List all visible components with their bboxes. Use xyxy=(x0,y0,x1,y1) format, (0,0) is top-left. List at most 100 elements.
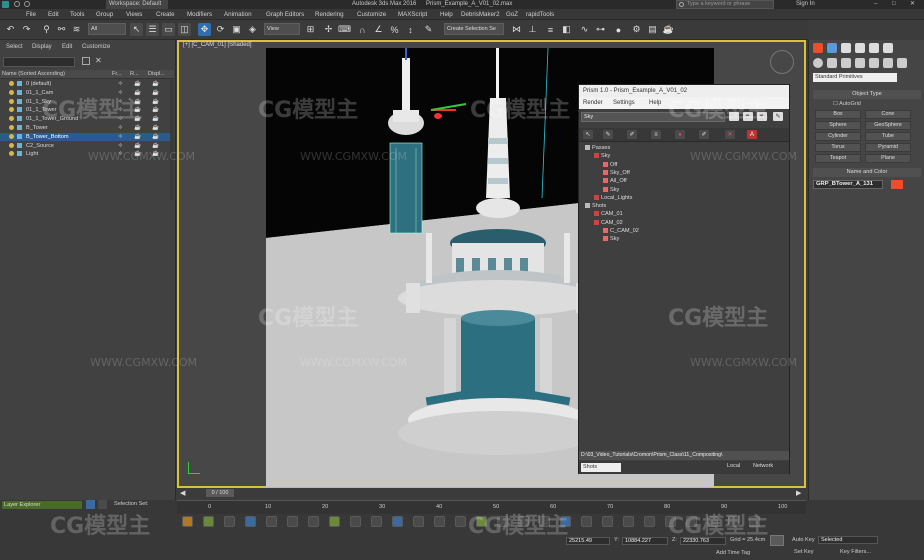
undo-icon[interactable] xyxy=(14,1,20,7)
light-icon[interactable] xyxy=(308,516,319,527)
render-icon[interactable]: ☕ xyxy=(134,80,141,89)
visibility-icon[interactable] xyxy=(9,125,14,130)
schematic-view-icon[interactable]: ⊶ xyxy=(594,23,607,36)
display-icon[interactable]: ☕ xyxy=(152,98,159,107)
app-logo-icon[interactable] xyxy=(2,1,9,8)
display-icon[interactable]: ☕ xyxy=(152,89,159,98)
play-icon[interactable] xyxy=(581,516,592,527)
keyboard-shortcut-icon[interactable]: ⌨ xyxy=(338,23,351,36)
workspace-selector[interactable]: Workspace: Default xyxy=(106,0,168,9)
freeze-icon[interactable]: ✲ xyxy=(118,98,123,107)
freeze-icon[interactable]: ✲ xyxy=(118,150,123,159)
display-icon[interactable]: ☕ xyxy=(152,124,159,133)
layer-row[interactable]: 0 (default) ✲ ☕ ☕ xyxy=(0,80,174,89)
menu-views[interactable]: Views xyxy=(126,10,142,19)
pass-list-icon[interactable]: ≡ xyxy=(651,130,661,139)
filter-icon[interactable] xyxy=(82,57,90,65)
primitive-button[interactable]: Plane xyxy=(865,154,911,163)
orbit-icon[interactable] xyxy=(686,516,697,527)
material-icon[interactable] xyxy=(539,516,550,527)
prism-menu-render[interactable]: Render xyxy=(583,97,603,109)
redo-button[interactable]: ↷ xyxy=(20,23,33,36)
viewport-label[interactable]: [+] [C_CAM_01] [Shaded] xyxy=(183,42,252,48)
fov-icon[interactable] xyxy=(728,516,739,527)
coord-y-field[interactable]: 10884.227 xyxy=(622,537,668,545)
freeze-icon[interactable]: ✲ xyxy=(118,89,123,98)
menu-edit[interactable]: Edit xyxy=(48,10,59,19)
undo-button[interactable]: ↶ xyxy=(4,23,17,36)
object-color-swatch[interactable] xyxy=(891,180,903,189)
explorer-tab-edit[interactable]: Edit xyxy=(62,44,72,50)
primitive-button[interactable]: Sphere xyxy=(815,121,861,130)
prism-tree-item[interactable]: Sky xyxy=(603,186,619,194)
layer-icon-2[interactable] xyxy=(98,500,107,509)
named-selection-sets-dropdown[interactable]: Create Selection Se xyxy=(444,23,504,35)
render-icon[interactable]: ☕ xyxy=(134,150,141,159)
menu-create[interactable]: Create xyxy=(156,10,175,19)
prism-filter-input[interactable]: Sky xyxy=(581,112,725,122)
visibility-icon[interactable] xyxy=(9,98,14,104)
toggle-layer-explorer-icon[interactable]: ◧ xyxy=(560,23,573,36)
menu-customize[interactable]: Customize xyxy=(357,10,386,19)
hierarchy-tab-icon[interactable] xyxy=(841,43,851,53)
primitive-button[interactable]: Tube xyxy=(865,132,911,141)
set-key-button[interactable]: Set Key xyxy=(794,549,814,555)
select-object-icon[interactable]: ↖ xyxy=(130,23,143,36)
add-time-tag[interactable]: Add Time Tag xyxy=(716,550,750,556)
cameras-icon[interactable] xyxy=(855,58,865,68)
network-button[interactable]: Network xyxy=(753,463,773,469)
layer-explorer-label[interactable]: Layer Explorer xyxy=(2,501,82,509)
coord-x-field[interactable]: 25215.49 xyxy=(566,537,610,545)
helpers-icon[interactable] xyxy=(869,58,879,68)
maximize-viewport-icon[interactable] xyxy=(749,516,760,527)
lock-selection-icon[interactable] xyxy=(182,516,193,527)
spline-icon[interactable] xyxy=(413,516,424,527)
prism-output-path[interactable]: D:\03_Video_Tutorials\Cromon\Prism_Class… xyxy=(579,451,789,460)
selection-region-icon[interactable]: ▭ xyxy=(162,23,175,36)
material-editor-icon[interactable]: ● xyxy=(612,23,625,36)
freeze-icon[interactable]: ✲ xyxy=(118,115,123,124)
render-setup-icon[interactable]: ⚙ xyxy=(630,23,643,36)
autogrid-checkbox[interactable]: ☐ AutoGrid xyxy=(833,101,861,107)
frame-icon[interactable] xyxy=(266,516,277,527)
render-production-icon[interactable]: ☕ xyxy=(662,23,675,36)
local-button[interactable]: Local xyxy=(727,463,740,469)
timeline-next-icon[interactable]: ▶ xyxy=(796,489,801,497)
visibility-icon[interactable] xyxy=(9,142,14,148)
auto-key-button[interactable]: Auto Key xyxy=(792,537,815,543)
geometry-icon[interactable] xyxy=(329,516,340,527)
layer-icon[interactable] xyxy=(86,500,95,509)
layer-row[interactable]: 01_1_Tower ✲ ☕ ☕ xyxy=(0,106,174,115)
systems-icon[interactable] xyxy=(897,58,907,68)
menu-graph-editors[interactable]: Graph Editors xyxy=(266,10,304,19)
display-icon[interactable]: ☕ xyxy=(152,150,159,159)
column-name[interactable]: Name (Sorted Ascending) xyxy=(2,71,65,77)
key-filters-button[interactable]: Key Filters... xyxy=(840,549,871,555)
timeline-prev-icon[interactable]: ◀ xyxy=(180,489,185,497)
display-icon[interactable]: ☕ xyxy=(152,106,159,115)
display-icon[interactable]: ☕ xyxy=(152,80,159,89)
search-input[interactable]: Type a keyword or phrase xyxy=(676,0,774,9)
render-thumbnail-icon[interactable] xyxy=(729,112,739,121)
timeline-ruler[interactable] xyxy=(177,500,806,514)
time-slider[interactable]: 0 / 100 xyxy=(206,489,234,497)
render-icon[interactable] xyxy=(518,516,529,527)
layer-row[interactable]: 01_1_Sky ✲ ☕ ☕ xyxy=(0,98,174,107)
display-icon[interactable]: ☕ xyxy=(152,133,159,142)
layer-row[interactable]: C2_Source ✲ ☕ ☕ xyxy=(0,142,174,151)
pass-paint2-icon[interactable]: ✐ xyxy=(699,130,709,139)
select-move-icon[interactable]: ✥ xyxy=(198,23,211,36)
snaps-toggle-icon[interactable]: ∩ xyxy=(356,23,369,36)
pass-alert-icon[interactable]: A xyxy=(747,130,757,139)
close-button[interactable]: ✕ xyxy=(910,0,915,9)
menu-help[interactable]: Help xyxy=(440,10,453,19)
toggle-scene-explorer-icon[interactable]: ≡ xyxy=(544,23,557,36)
spacewarps-icon[interactable] xyxy=(883,58,893,68)
camera-icon[interactable] xyxy=(287,516,298,527)
primitive-button[interactable]: Cone xyxy=(865,110,911,119)
menu-file[interactable]: File xyxy=(26,10,36,19)
freeze-icon[interactable]: ✲ xyxy=(118,133,123,142)
menu-rapidtools[interactable]: rapidTools xyxy=(526,10,554,19)
prism-tree-item[interactable]: Shots xyxy=(585,202,606,210)
link-icon[interactable]: ⚲ xyxy=(40,23,53,36)
